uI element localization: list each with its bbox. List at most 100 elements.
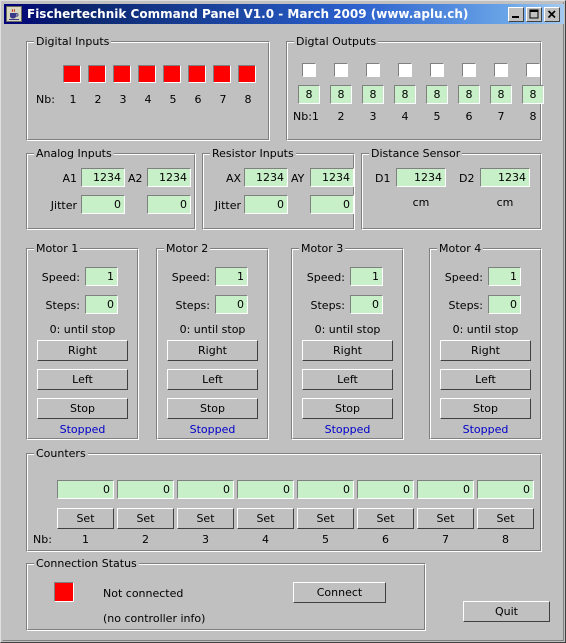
- digital-input-number-3: 3: [119, 93, 127, 106]
- counter-value-3[interactable]: 0: [177, 480, 234, 499]
- motor-4-right-button[interactable]: Right: [440, 340, 531, 361]
- digital-output-value-6[interactable]: 8: [458, 85, 480, 104]
- analog-a1-field[interactable]: 1234: [81, 168, 125, 187]
- digital-input-number-8: 8: [244, 93, 252, 106]
- counter-number-8: 8: [502, 533, 509, 546]
- motor-1-steps-label: Steps:: [45, 299, 80, 312]
- resistor-ay-label: AY: [291, 172, 305, 185]
- digital-input-led-1: [63, 65, 81, 83]
- motor-1-speed-label: Speed:: [41, 271, 80, 284]
- digital-output-number-4: 4: [401, 110, 409, 123]
- digital-output-checkbox-3[interactable]: [366, 63, 380, 77]
- counter-set-button-3[interactable]: Set: [177, 508, 234, 529]
- connect-button[interactable]: Connect: [293, 582, 386, 603]
- counter-number-5: 5: [322, 533, 329, 546]
- digital-inputs-title: Digital Inputs: [34, 35, 112, 48]
- motor-3-steps-label: Steps:: [310, 299, 345, 312]
- distance-d2-label: D2: [459, 172, 475, 185]
- motor-4-speed-label: Speed:: [444, 271, 483, 284]
- counter-value-2[interactable]: 0: [117, 480, 174, 499]
- counter-value-7[interactable]: 0: [417, 480, 474, 499]
- motor-1-right-button[interactable]: Right: [37, 340, 128, 361]
- digital-output-value-8[interactable]: 8: [522, 85, 544, 104]
- digital-output-value-5[interactable]: 8: [426, 85, 448, 104]
- motor-2-steps-field[interactable]: 0: [215, 295, 248, 314]
- digital-output-checkbox-1[interactable]: [302, 63, 316, 77]
- motor-3-left-button[interactable]: Left: [302, 369, 393, 390]
- digital-output-number-2: 2: [337, 110, 345, 123]
- minimize-button[interactable]: [508, 6, 524, 22]
- counter-set-button-1[interactable]: Set: [57, 508, 114, 529]
- motor-2-stop-button[interactable]: Stop: [167, 398, 258, 419]
- motor-2-speed-field[interactable]: 1: [215, 267, 248, 286]
- distance-d2-field[interactable]: 1234: [480, 168, 530, 187]
- motor-4-steps-field[interactable]: 0: [488, 295, 521, 314]
- distance-d1-field[interactable]: 1234: [396, 168, 446, 187]
- counter-set-button-5[interactable]: Set: [297, 508, 354, 529]
- counter-set-button-4[interactable]: Set: [237, 508, 294, 529]
- motor-1-left-button[interactable]: Left: [37, 369, 128, 390]
- quit-button[interactable]: Quit: [463, 601, 550, 622]
- digital-output-value-3[interactable]: 8: [362, 85, 384, 104]
- counter-set-button-6[interactable]: Set: [357, 508, 414, 529]
- digital-output-number-7: 7: [497, 110, 505, 123]
- analog-a2-field[interactable]: 1234: [147, 168, 191, 187]
- title-bar[interactable]: Fischertechnik Command Panel V1.0 - Marc…: [4, 4, 564, 24]
- resistor-jitter2-field[interactable]: 0: [310, 195, 354, 214]
- motor-3-hint: 0: until stop: [314, 323, 381, 336]
- counter-number-3: 3: [202, 533, 209, 546]
- motor-2-left-button[interactable]: Left: [167, 369, 258, 390]
- resistor-ay-field[interactable]: 1234: [310, 168, 354, 187]
- counter-set-button-7[interactable]: Set: [417, 508, 474, 529]
- motor-3-stop-button[interactable]: Stop: [302, 398, 393, 419]
- java-coffee-cup-icon: [6, 6, 22, 22]
- resistor-ax-field[interactable]: 1234: [244, 168, 288, 187]
- counter-value-6[interactable]: 0: [357, 480, 414, 499]
- digital-output-checkbox-7[interactable]: [494, 63, 508, 77]
- close-button[interactable]: [544, 6, 560, 22]
- motor-4-stop-button[interactable]: Stop: [440, 398, 531, 419]
- analog-inputs-group: Analog Inputs A1 1234 A2 1234 Jitter 0 0: [26, 147, 196, 230]
- counters-title: Counters: [34, 447, 88, 460]
- connection-status-group: Connection Status Not connected (no cont…: [26, 557, 426, 631]
- digital-output-checkbox-2[interactable]: [334, 63, 348, 77]
- digital-output-value-2[interactable]: 8: [330, 85, 352, 104]
- motor-3-right-button[interactable]: Right: [302, 340, 393, 361]
- counter-value-8[interactable]: 0: [477, 480, 534, 499]
- digital-outputs-title: Digtal Outputs: [294, 35, 379, 48]
- motor-4-left-button[interactable]: Left: [440, 369, 531, 390]
- counter-value-1[interactable]: 0: [57, 480, 114, 499]
- digital-input-led-3: [113, 65, 131, 83]
- motor-4-hint: 0: until stop: [452, 323, 519, 336]
- motor-3-steps-field[interactable]: 0: [350, 295, 383, 314]
- motor-2-right-button[interactable]: Right: [167, 340, 258, 361]
- analog-jitter2-field[interactable]: 0: [147, 195, 191, 214]
- connection-status-text: Not connected: [103, 587, 184, 600]
- digital-output-value-1[interactable]: 8: [298, 85, 320, 104]
- digital-output-value-7[interactable]: 8: [490, 85, 512, 104]
- digital-input-number-2: 2: [94, 93, 102, 106]
- maximize-button[interactable]: [526, 6, 542, 22]
- motor-1-stop-button[interactable]: Stop: [37, 398, 128, 419]
- distance-sensor-title: Distance Sensor: [369, 147, 463, 160]
- counter-number-1: 1: [82, 533, 89, 546]
- counter-value-4[interactable]: 0: [237, 480, 294, 499]
- connection-status-info: (no controller info): [103, 612, 206, 625]
- digital-output-checkbox-4[interactable]: [398, 63, 412, 77]
- motor-2-group: Motor 2 Speed: 1 Steps: 0 0: until stop …: [156, 242, 269, 440]
- analog-jitter1-field[interactable]: 0: [81, 195, 125, 214]
- digital-output-checkbox-8[interactable]: [526, 63, 540, 77]
- motor-1-status: Stopped: [59, 423, 106, 436]
- motor-1-steps-field[interactable]: 0: [85, 295, 118, 314]
- digital-output-value-4[interactable]: 8: [394, 85, 416, 104]
- digital-output-checkbox-5[interactable]: [430, 63, 444, 77]
- motor-3-speed-field[interactable]: 1: [350, 267, 383, 286]
- resistor-jitter1-field[interactable]: 0: [244, 195, 288, 214]
- motor-4-speed-field[interactable]: 1: [488, 267, 521, 286]
- counter-set-button-2[interactable]: Set: [117, 508, 174, 529]
- motor-1-speed-field[interactable]: 1: [85, 267, 118, 286]
- digital-output-checkbox-6[interactable]: [462, 63, 476, 77]
- digital-input-number-6: 6: [194, 93, 202, 106]
- counter-value-5[interactable]: 0: [297, 480, 354, 499]
- counter-set-button-8[interactable]: Set: [477, 508, 534, 529]
